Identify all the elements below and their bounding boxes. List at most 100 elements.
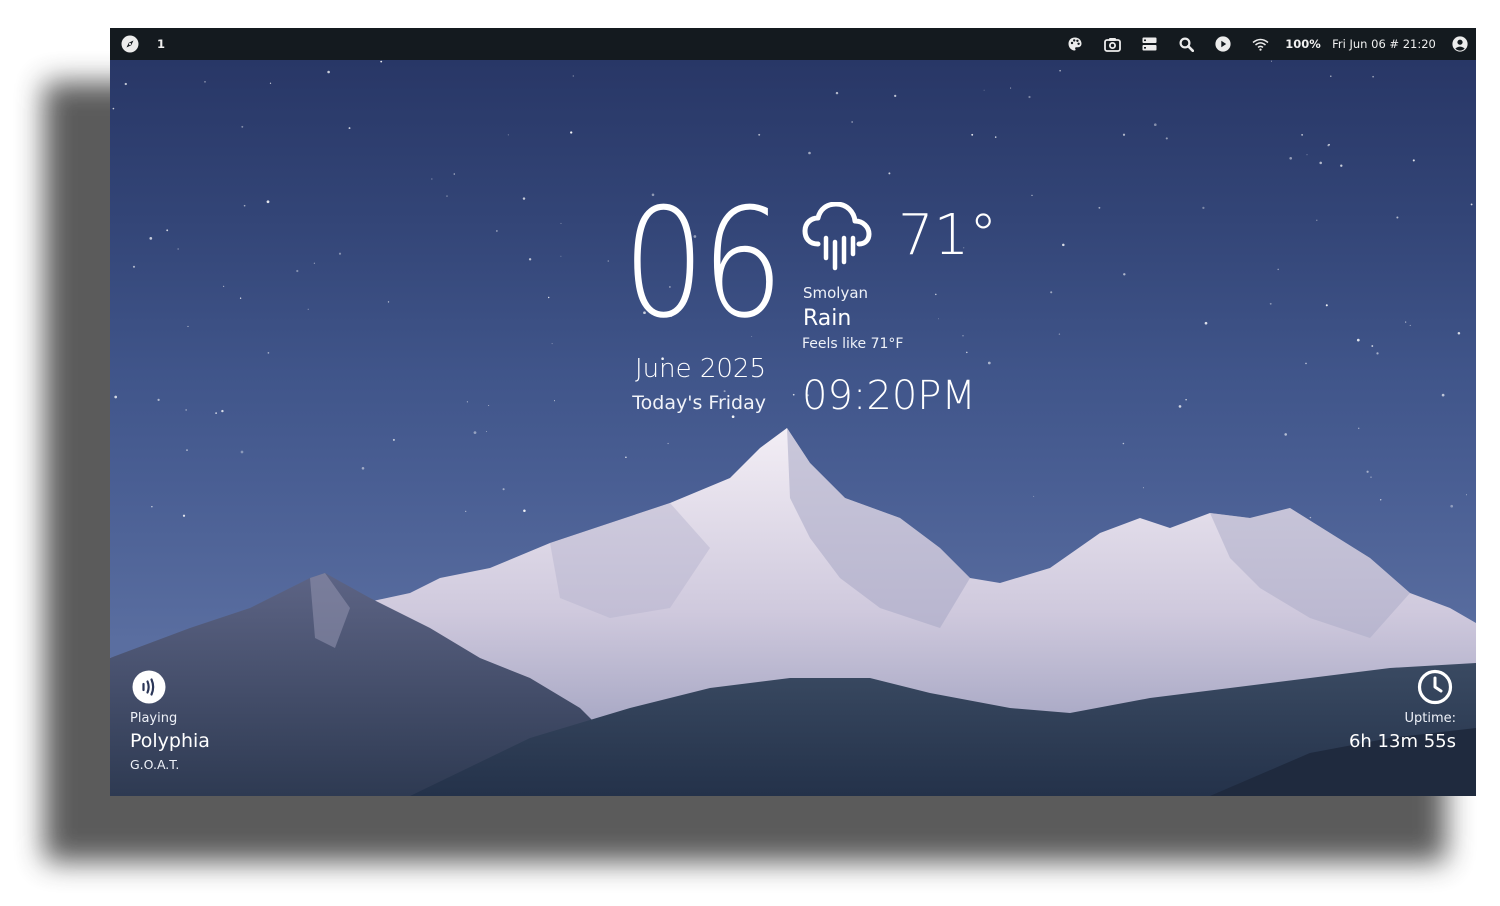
star: [792, 393, 795, 396]
star: [1319, 161, 1322, 165]
sound-wave-icon[interactable]: [132, 670, 166, 704]
star: [560, 222, 562, 224]
date-day-number: 06: [622, 175, 784, 352]
star: [528, 258, 532, 261]
star: [835, 91, 839, 95]
star: [313, 262, 316, 264]
star: [1204, 321, 1208, 325]
star: [1301, 134, 1303, 136]
star: [1441, 393, 1445, 397]
star: [808, 151, 811, 155]
star: [1165, 137, 1168, 140]
star: [758, 133, 761, 136]
star: [387, 301, 390, 303]
star: [1356, 338, 1360, 342]
workspace-indicator[interactable]: 1: [154, 28, 168, 60]
star: [266, 200, 270, 204]
star: [348, 127, 351, 130]
star: [496, 230, 498, 232]
star: [166, 229, 169, 232]
star: [1306, 154, 1308, 156]
star: [1412, 159, 1415, 162]
wifi-icon[interactable]: [1250, 28, 1270, 60]
star: [132, 265, 136, 268]
play-icon[interactable]: [1213, 28, 1233, 60]
star: [446, 195, 448, 197]
top-bar: 1 100% Fri Jun 06 # 21:20: [110, 28, 1476, 60]
feels-like: Feels like 71°F: [802, 336, 904, 352]
star: [1050, 291, 1053, 294]
star: [269, 82, 272, 84]
compass-icon[interactable]: [120, 28, 140, 60]
camera-icon[interactable]: [1102, 28, 1122, 60]
star: [453, 173, 456, 175]
star: [1316, 219, 1318, 221]
star: [560, 255, 562, 257]
star: [987, 361, 991, 365]
star: [1409, 324, 1411, 326]
music-title: G.O.A.T.: [130, 757, 180, 772]
battery-level[interactable]: 100%: [1284, 28, 1322, 60]
digital-clock: 09:20PM: [802, 373, 976, 419]
star: [894, 94, 897, 98]
star: [1330, 75, 1332, 78]
star: [1062, 243, 1065, 247]
uptime-value: 6h 13m 55s: [1348, 731, 1456, 752]
star: [971, 133, 974, 136]
star: [1328, 143, 1330, 146]
star: [296, 269, 299, 273]
star: [1270, 60, 1273, 62]
star: [1185, 399, 1187, 401]
star: [431, 178, 433, 180]
star: [1457, 332, 1461, 335]
mountain-wallpaper: [110, 428, 1476, 796]
star: [572, 75, 574, 77]
star: [488, 405, 490, 406]
star: [570, 131, 573, 134]
star: [1277, 268, 1279, 271]
rain-cloud-icon: [802, 202, 872, 271]
star: [983, 89, 985, 91]
topbar-datetime[interactable]: Fri Jun 06 # 21:20: [1332, 28, 1436, 60]
star: [1371, 345, 1374, 347]
star: [327, 70, 330, 74]
star: [1028, 95, 1031, 99]
star: [1123, 273, 1126, 276]
star: [239, 297, 242, 299]
star: [507, 134, 509, 136]
music-status: Playing: [130, 711, 178, 726]
star: [338, 252, 342, 255]
palette-icon[interactable]: [1065, 28, 1085, 60]
star: [888, 172, 891, 175]
star: [935, 293, 937, 296]
star: [1058, 333, 1061, 335]
star: [307, 308, 309, 310]
star: [187, 325, 189, 327]
star: [204, 81, 206, 83]
star: [994, 136, 997, 138]
star: [962, 335, 964, 337]
star: [966, 351, 968, 354]
star: [1396, 216, 1399, 219]
weather-condition: Rain: [803, 306, 852, 331]
weather-city: Smolyan: [803, 284, 869, 302]
music-artist: Polyphia: [130, 730, 210, 752]
star: [1031, 194, 1033, 196]
star: [1305, 362, 1307, 365]
user-icon[interactable]: [1450, 28, 1470, 60]
star: [1470, 203, 1473, 206]
star: [1325, 304, 1328, 307]
search-icon[interactable]: [1176, 28, 1196, 60]
star: [177, 248, 179, 250]
star: [1153, 123, 1157, 127]
star: [1098, 206, 1101, 209]
star: [522, 197, 526, 200]
star: [112, 107, 115, 110]
server-icon[interactable]: [1139, 28, 1159, 60]
star: [1376, 352, 1379, 355]
star: [1269, 302, 1272, 305]
weekday-label: Today's Friday: [632, 392, 766, 414]
star: [1059, 69, 1061, 72]
star: [551, 343, 553, 345]
star: [380, 60, 383, 63]
